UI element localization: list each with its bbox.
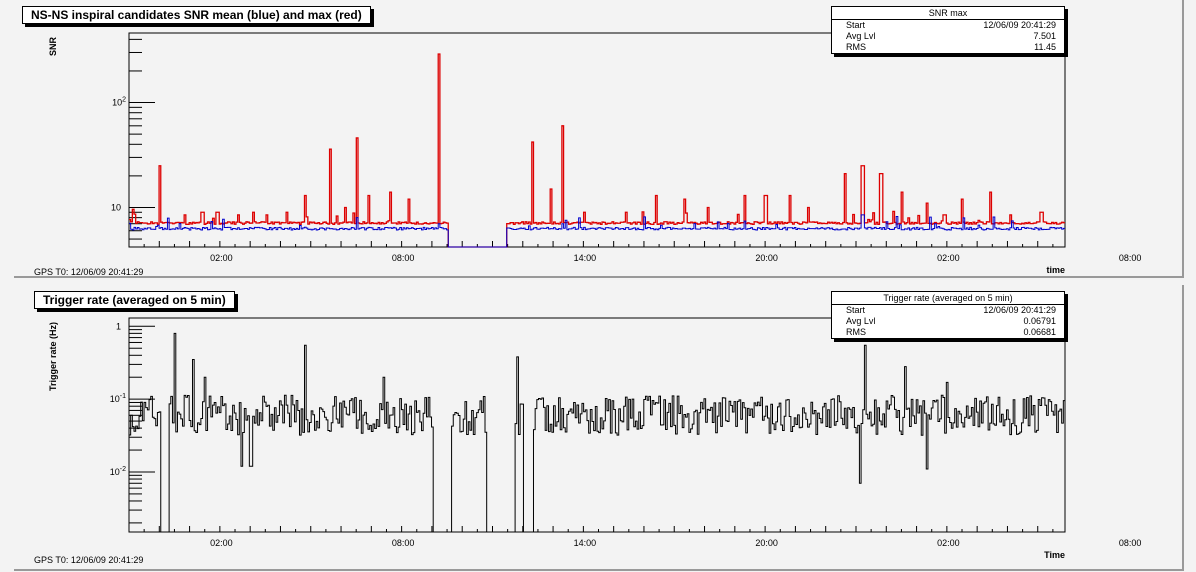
y-tick-label: 10 [111, 202, 121, 212]
stats-row-start: Start 12/06/09 20:41:29 [832, 20, 1064, 31]
stats-value: 12/06/09 20:41:29 [983, 305, 1056, 315]
x-tick-label: 14:00 [574, 538, 597, 548]
stats-value: 7.501 [1033, 31, 1056, 41]
stats-label: Avg Lvl [846, 31, 876, 41]
snr-stats-box: SNR max Start 12/06/09 20:41:29 Avg Lvl 7.… [831, 6, 1065, 54]
x-tick-label: 20:00 [755, 538, 778, 548]
stats-label: Start [846, 20, 866, 30]
x-axis-title: Time [1044, 550, 1065, 560]
y-axis-title: Trigger rate (Hz) [48, 322, 58, 391]
stats-row-rms: RMS 0.06681 [832, 327, 1064, 338]
y-tick-label: 10-2 [110, 466, 126, 477]
trigger-stats-header: Trigger rate (averaged on 5 min) [832, 292, 1064, 305]
stats-label: Avg Lvl [846, 316, 876, 326]
stats-value: 0.06681 [1023, 327, 1056, 337]
snr-chart-title: NS-NS inspiral candidates SNR mean (blue… [22, 6, 371, 24]
stats-label: RMS [846, 42, 866, 52]
y-tick-label: 10-1 [110, 393, 126, 404]
x-tick-label: 02:00 [937, 538, 960, 548]
trigger-rate-chart-pad: 1 10-1 10-2 02:00 08:00 14:00 20:00 02:00 08:00 1… [14, 285, 1184, 571]
x-tick-label: 14:00 [574, 253, 597, 263]
x-tick-label: 08:00 [1119, 253, 1142, 263]
x-tick-label: 08:00 [392, 253, 415, 263]
x-tick-label: 20:00 [755, 253, 778, 263]
stats-row-avg: Avg Lvl 7.501 [832, 31, 1064, 42]
stats-row-rms: RMS 11.45 [832, 42, 1064, 53]
stats-label: Start [846, 305, 866, 315]
snr-stats-header: SNR max [832, 7, 1064, 20]
x-tick-label: 08:00 [1119, 538, 1142, 548]
y-tick-label: 102 [112, 97, 126, 108]
trigger-rate-title: Trigger rate (averaged on 5 min) [34, 291, 235, 309]
stats-value: 0.06791 [1023, 316, 1056, 326]
plot-frame [128, 32, 1066, 248]
gps-t0-label: GPS T0: 12/06/09 20:41:29 [34, 267, 144, 277]
stats-row-start: Start 12/06/09 20:41:29 [832, 305, 1064, 316]
stats-label: RMS [846, 327, 866, 337]
trigger-stats-box: Trigger rate (averaged on 5 min) Start 12… [831, 291, 1065, 339]
gps-t0-label: GPS T0: 12/06/09 20:41:29 [34, 555, 144, 565]
y-axis-title: SNR [48, 37, 58, 57]
y-tick-label: 1 [116, 321, 121, 331]
snr-chart-pad: 1021002:0008:0014:0020:0002:0008:0014:00… [14, 0, 1184, 278]
x-tick-label: 08:00 [392, 538, 415, 548]
x-tick-label: 02:00 [937, 253, 960, 263]
x-tick-label: 02:00 [210, 253, 233, 263]
x-axis-title: time [1046, 265, 1065, 275]
stats-value: 12/06/09 20:41:29 [983, 20, 1056, 30]
stats-value: 11.45 [1034, 42, 1056, 52]
stats-row-avg: Avg Lvl 0.06791 [832, 316, 1064, 327]
x-tick-label: 02:00 [210, 538, 233, 548]
